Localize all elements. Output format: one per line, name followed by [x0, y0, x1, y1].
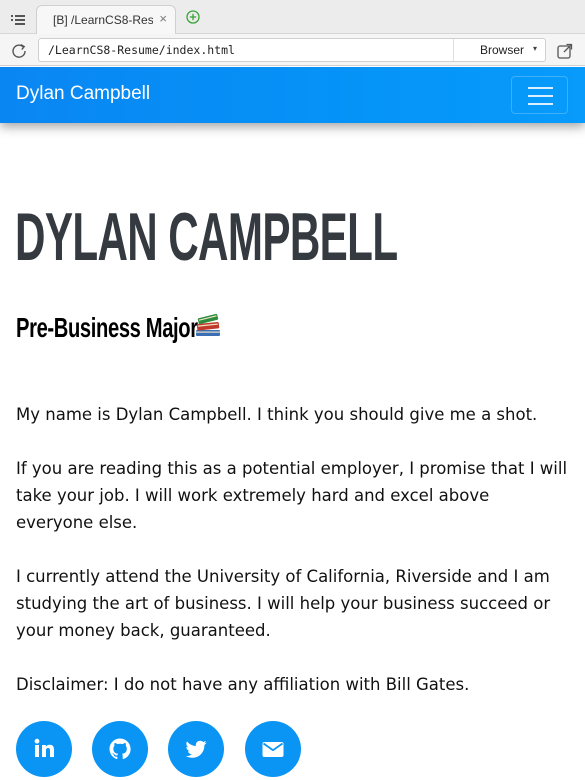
tab-list-icon[interactable] [11, 11, 25, 25]
page-title: DYLAN CAMPBELL [15, 199, 398, 275]
navbar: Dylan Campbell [0, 67, 585, 123]
close-tab-icon[interactable]: × [159, 11, 167, 27]
browser-tab-strip: [B] /LearnCS8-Resume/index.html × [0, 0, 585, 35]
address-bar[interactable]: /LearnCS8-Resume/index.html Browser ▾ [38, 38, 546, 62]
browser-toolbar: /LearnCS8-Resume/index.html Browser ▾ [0, 34, 585, 66]
url-text[interactable]: /LearnCS8-Resume/index.html [48, 43, 235, 57]
navbar-toggler-button[interactable] [511, 76, 568, 114]
github-icon [109, 738, 131, 760]
bio-paragraph: Disclaimer: I do not have any affiliatio… [16, 675, 470, 694]
bio-paragraph: My name is Dylan Campbell. I think you s… [16, 405, 538, 424]
envelope-icon [262, 742, 284, 757]
github-button[interactable] [92, 721, 148, 777]
reload-icon[interactable] [10, 42, 28, 60]
twitter-icon [185, 740, 207, 758]
books-icon [193, 310, 223, 340]
open-external-icon[interactable] [556, 42, 574, 60]
tab-title: [B] /LearnCS8-Resume/index.html [53, 13, 153, 27]
page-viewport: Dylan Campbell DYLAN CAMPBELL Pre-Busine… [0, 67, 585, 780]
subheading: Pre-Business Major [16, 312, 198, 343]
user-agent-label: Browser [480, 43, 525, 57]
user-agent-select[interactable]: Browser ▾ [453, 39, 545, 61]
email-button[interactable] [245, 721, 301, 777]
chevron-down-icon: ▾ [532, 44, 537, 53]
bio-paragraph: If you are reading this as a potential e… [16, 459, 568, 532]
bio-paragraph: I currently attend the University of Cal… [16, 567, 551, 640]
twitter-button[interactable] [168, 721, 224, 777]
linkedin-icon [34, 738, 54, 757]
subheading-row: Pre-Business Major [16, 310, 268, 346]
new-tab-icon[interactable] [186, 9, 200, 24]
linkedin-button[interactable] [16, 721, 72, 777]
browser-tab[interactable]: [B] /LearnCS8-Resume/index.html × [36, 5, 176, 35]
navbar-brand[interactable]: Dylan Campbell [16, 83, 150, 105]
